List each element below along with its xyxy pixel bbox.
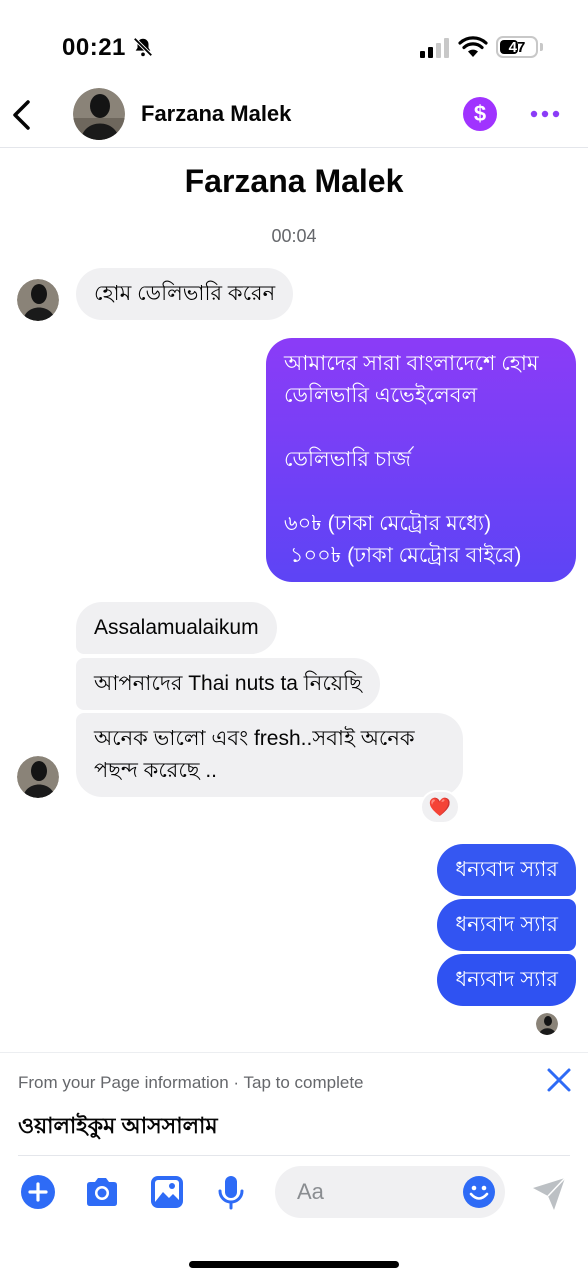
message-bubble[interactable]: আপনাদের Thai nuts ta নিয়েছি [76, 658, 380, 710]
more-dots-icon[interactable] [528, 98, 562, 130]
wifi-icon [458, 36, 488, 57]
microphone-icon[interactable] [212, 1173, 250, 1211]
message-bubble[interactable]: অনেক ভালো এবং fresh..সবাই অনেক পছন্দ করে… [76, 713, 463, 797]
status-bar: 00:21 47 [0, 0, 588, 90]
send-icon[interactable] [530, 1174, 568, 1212]
message-bubble[interactable]: আমাদের সারা বাংলাদেশে হোম ডেলিভারি এভেইল… [266, 338, 576, 582]
gallery-icon[interactable] [148, 1173, 186, 1211]
message-bubble[interactable]: ধন্যবাদ স্যার [437, 844, 576, 896]
suggested-reply-text[interactable]: ওয়ালাইকুম আসসালাম [18, 1109, 218, 1146]
message-bubble[interactable]: ধন্যবাদ স্যার [437, 954, 576, 1006]
close-icon[interactable] [544, 1065, 574, 1095]
message-bubble[interactable]: Assalamualaikum [76, 602, 277, 654]
status-time: 00:21 [62, 34, 126, 61]
suggestion-info[interactable]: From your Page information · Tap to comp… [18, 1073, 364, 1093]
plus-icon[interactable] [19, 1173, 57, 1211]
conversation-title: Farzana Malek [184, 163, 404, 199]
heart-reaction-icon[interactable]: ❤️ [420, 790, 460, 824]
emoji-icon[interactable] [462, 1175, 496, 1209]
battery-icon: 47 [496, 36, 538, 58]
suggested-reply-panel: From your Page information · Tap to comp… [0, 1052, 588, 1158]
sender-avatar[interactable] [17, 756, 59, 798]
seen-indicator-avatar [536, 1013, 558, 1035]
dollar-icon[interactable]: $ [463, 97, 497, 131]
message-composer [0, 1160, 588, 1230]
battery-tip [540, 43, 543, 51]
message-bubble[interactable]: ধন্যবাদ স্যার [437, 899, 576, 951]
back-chevron-icon[interactable] [8, 92, 38, 138]
bell-off-icon [133, 37, 153, 57]
divider [18, 1155, 570, 1156]
message-bubble[interactable]: হোম ডেলিভারি করেন [76, 268, 294, 320]
chat-header: Farzana Malek $ [0, 84, 588, 148]
home-indicator[interactable] [189, 1261, 399, 1268]
sender-avatar[interactable] [17, 279, 59, 321]
battery-level: 47 [508, 39, 526, 56]
camera-icon[interactable] [83, 1173, 121, 1211]
contact-name[interactable]: Farzana Malek [141, 101, 291, 127]
conversation-timestamp: 00:04 [271, 226, 317, 246]
signal-icon [420, 38, 449, 58]
contact-avatar[interactable] [73, 88, 125, 140]
